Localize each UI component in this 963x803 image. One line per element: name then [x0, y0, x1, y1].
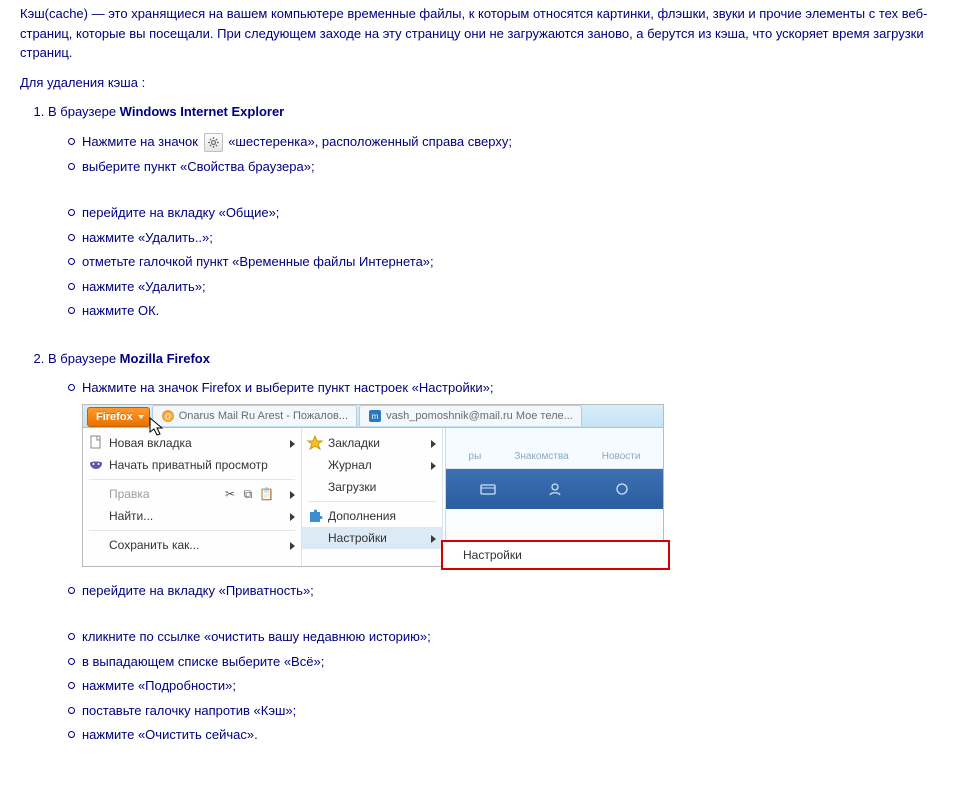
- menu-item-settings[interactable]: Настройки: [302, 527, 442, 549]
- copy-icon: ⧉: [241, 487, 255, 501]
- list-item: отметьте галочкой пункт «Временные файлы…: [68, 252, 943, 272]
- chevron-right-icon: [290, 542, 295, 550]
- ff-titlebar: Firefox @ Onarus Mail Ru Arest - Пожалов…: [83, 405, 663, 428]
- list-item: нажмите «Удалить»;: [68, 277, 943, 297]
- browser-tab[interactable]: m vash_pomoshnik@mail.ru Мое теле...: [359, 405, 582, 426]
- list-item: перейдите на вкладку «Общие»;: [68, 203, 943, 223]
- svg-text:m: m: [372, 412, 379, 421]
- list-item: Нажмите на значок Firefox и выберите пун…: [68, 378, 943, 398]
- list-item: поставьте галочку напротив «Кэш»;: [68, 701, 943, 721]
- document-icon: [87, 434, 105, 452]
- ff-substeps: Нажмите на значок Firefox и выберите пун…: [48, 378, 943, 398]
- list-item: кликните по ссылке «очистить вашу недавн…: [68, 627, 943, 647]
- step-prefix: В браузере: [48, 104, 120, 119]
- menu-item-history[interactable]: Журнал: [302, 454, 442, 476]
- edit-tool-icons: ✂ ⧉ 📋: [223, 487, 273, 501]
- mask-icon: [87, 456, 105, 474]
- list-item: в выпадающем списке выберите «Всё»;: [68, 652, 943, 672]
- cursor-icon: [149, 417, 167, 439]
- intro-paragraph-1: Кэш(cache) — это хранящиеся на вашем ком…: [20, 4, 943, 63]
- menu-separator: [89, 479, 295, 480]
- ff-substeps-b: перейдите на вкладку «Приватность»;: [48, 581, 943, 601]
- chevron-right-icon: [290, 440, 295, 448]
- puzzle-icon: [306, 507, 324, 525]
- ie-substeps: Нажмите на значок «шестеренка», располож…: [48, 132, 943, 177]
- favicon-icon: m: [368, 409, 382, 423]
- browser-step-firefox: В браузере Mozilla Firefox Нажмите на зн…: [48, 349, 943, 745]
- ie-substeps-b: перейдите на вкладку «Общие»; нажмите «У…: [48, 203, 943, 321]
- chevron-down-icon: [138, 415, 144, 419]
- list-item: выберите пункт «Свойства браузера»;: [68, 157, 943, 177]
- firefox-app-button[interactable]: Firefox: [87, 407, 150, 427]
- menu-separator: [89, 530, 295, 531]
- step-browser-name: Windows Internet Explorer: [120, 104, 285, 119]
- list-item: нажмите «Удалить..»;: [68, 228, 943, 248]
- menu-item-downloads[interactable]: Загрузки: [302, 476, 442, 498]
- menu-item-private-browsing[interactable]: Начать приватный просмотр: [83, 454, 301, 476]
- chevron-right-icon: [431, 462, 436, 470]
- ff-menu-column-1: Новая вкладка Начать приватный просмотр …: [83, 428, 302, 566]
- chevron-right-icon: [431, 440, 436, 448]
- cut-icon: ✂: [223, 487, 237, 501]
- firefox-menu-screenshot: Firefox @ Onarus Mail Ru Arest - Пожалов…: [82, 404, 664, 567]
- nav-icon: [613, 482, 631, 496]
- list-item: нажмите ОК.: [68, 301, 943, 321]
- browser-steps-list: В браузере Windows Internet Explorer Наж…: [20, 102, 943, 745]
- chevron-right-icon: [290, 491, 295, 499]
- list-item: Нажмите на значок «шестеренка», располож…: [68, 132, 943, 152]
- list-item: перейдите на вкладку «Приватность»;: [68, 581, 943, 601]
- menu-separator: [308, 501, 436, 502]
- menu-item-bookmarks[interactable]: Закладки: [302, 432, 442, 454]
- gear-icon: [204, 133, 223, 152]
- paste-icon: 📋: [259, 487, 273, 501]
- star-icon: [306, 434, 324, 452]
- list-item: нажмите «Очистить сейчас».: [68, 725, 943, 745]
- menu-item-edit: Правка ✂ ⧉ 📋: [83, 483, 301, 505]
- chevron-right-icon: [431, 535, 436, 543]
- list-item: нажмите «Подробности»;: [68, 676, 943, 696]
- bg-tab-label: Знакомства: [514, 449, 568, 464]
- menu-item-save-as[interactable]: Сохранить как...: [83, 534, 301, 556]
- nav-icon: [479, 482, 497, 496]
- chevron-right-icon: [290, 513, 295, 521]
- ff-menu-column-2: Закладки Журнал Загрузки: [302, 428, 443, 566]
- ff-substeps-c: кликните по ссылке «очистить вашу недавн…: [48, 627, 943, 745]
- browser-step-ie: В браузере Windows Internet Explorer Наж…: [48, 102, 943, 321]
- menu-item-addons[interactable]: Дополнения: [302, 505, 442, 527]
- browser-tab[interactable]: @ Onarus Mail Ru Arest - Пожалов...: [152, 405, 357, 426]
- submenu-settings-highlighted[interactable]: Настройки: [441, 540, 670, 570]
- nav-icon: [546, 482, 564, 496]
- menu-item-find[interactable]: Найти...: [83, 505, 301, 527]
- step-browser-name: Mozilla Firefox: [120, 351, 210, 366]
- bg-tab-label: Новости: [602, 449, 641, 464]
- menu-item-new-tab[interactable]: Новая вкладка: [83, 432, 301, 454]
- step-prefix: В браузере: [48, 351, 120, 366]
- intro-paragraph-2: Для удаления кэша :: [20, 73, 943, 93]
- bg-tab-label: ры: [469, 449, 482, 464]
